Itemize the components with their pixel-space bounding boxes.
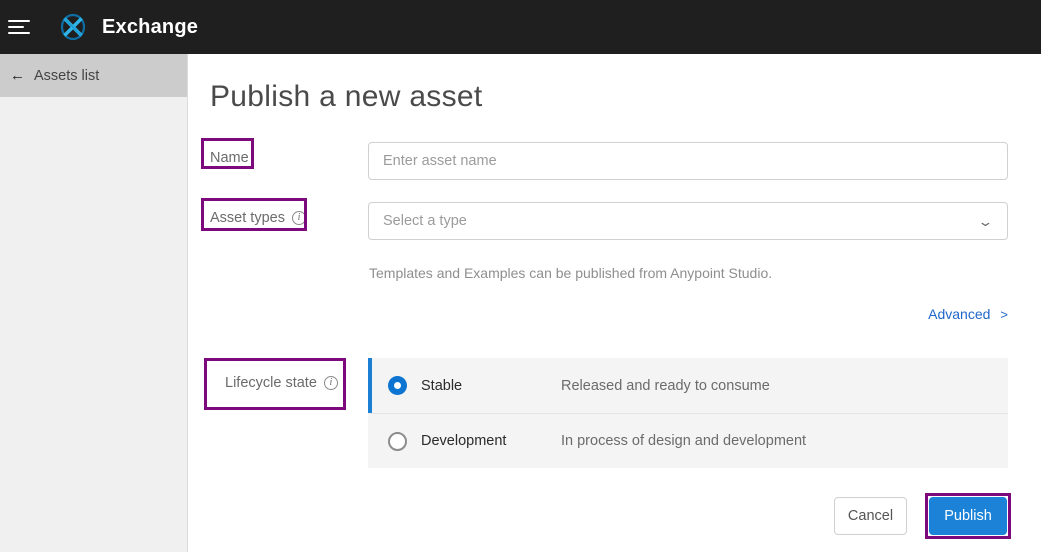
- name-label-text: Name: [210, 150, 249, 166]
- name-input[interactable]: Enter asset name: [368, 142, 1008, 180]
- radio-selected-icon[interactable]: [388, 376, 407, 395]
- top-navigation-bar: Exchange: [0, 0, 1041, 54]
- sidebar: ← Assets list: [0, 54, 188, 552]
- lifecycle-state-label: Lifecycle state i: [225, 375, 338, 391]
- helper-text: Templates and Examples can be published …: [369, 265, 773, 281]
- lifecycle-state-radio-group: Stable Released and ready to consume Dev…: [368, 358, 1008, 468]
- info-circle-icon[interactable]: i: [323, 376, 338, 390]
- page-title: Publish a new asset: [210, 80, 483, 113]
- lifecycle-option-description: Released and ready to consume: [561, 377, 770, 394]
- sidebar-item-assets-list[interactable]: ← Assets list: [0, 54, 187, 97]
- advanced-link-label: Advanced: [928, 306, 991, 322]
- publish-button[interactable]: Publish: [929, 497, 1007, 535]
- asset-types-label: Asset types i: [210, 210, 306, 226]
- main-content: Publish a new asset Name Enter asset nam…: [189, 54, 1041, 552]
- lifecycle-option-name: Stable: [421, 377, 463, 394]
- radio-unselected-icon[interactable]: [388, 431, 407, 451]
- arrow-left-icon: ←: [10, 67, 25, 84]
- app-title: Exchange: [102, 15, 199, 38]
- sidebar-item-label: Assets list: [34, 67, 100, 84]
- chevron-down-icon: ⌄: [977, 213, 994, 229]
- lifecycle-option-stable[interactable]: Stable Released and ready to consume: [368, 358, 1008, 413]
- lifecycle-option-development[interactable]: Development In process of design and dev…: [368, 413, 1008, 468]
- name-label: Name: [210, 150, 249, 166]
- lifecycle-state-label-text: Lifecycle state: [225, 375, 317, 391]
- cancel-button[interactable]: Cancel: [834, 497, 907, 535]
- lifecycle-option-description: In process of design and development: [561, 433, 807, 449]
- hamburger-menu-icon[interactable]: [8, 16, 38, 38]
- exchange-logo-icon[interactable]: [56, 10, 90, 44]
- asset-types-label-text: Asset types: [210, 210, 285, 226]
- chevron-right-icon: >: [1000, 306, 1008, 322]
- name-input-placeholder: Enter asset name: [383, 153, 497, 169]
- asset-types-placeholder: Select a type: [383, 213, 467, 229]
- lifecycle-option-name: Development: [421, 433, 507, 449]
- asset-types-select[interactable]: Select a type ⌄: [368, 202, 1008, 240]
- info-circle-icon[interactable]: i: [291, 211, 306, 225]
- advanced-link[interactable]: Advanced >: [928, 306, 1008, 322]
